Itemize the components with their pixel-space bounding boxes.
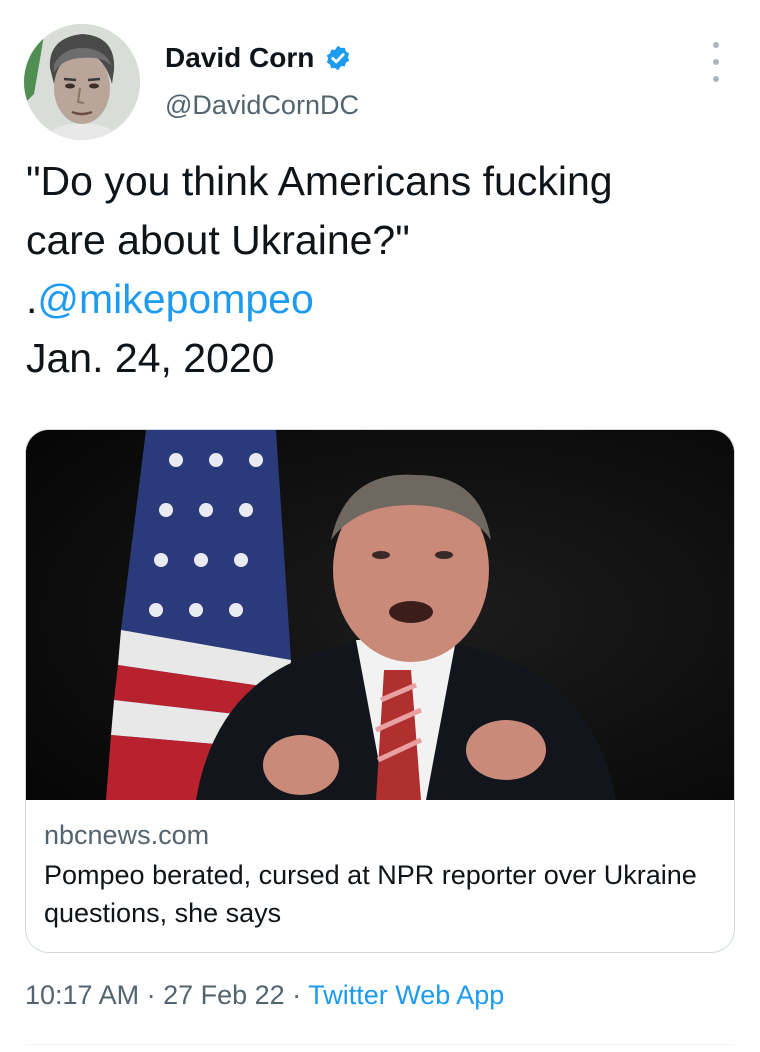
card-domain: nbcnews.com	[44, 820, 210, 850]
tweet-source-link[interactable]: Twitter Web App	[308, 980, 504, 1010]
author-handle[interactable]: @DavidCornDC	[165, 90, 359, 121]
avatar-portrait-icon	[24, 24, 140, 140]
tweet-line: "Do you think Americans fucking	[26, 158, 613, 204]
divider	[25, 1044, 735, 1045]
mention-prefix: .	[26, 276, 38, 322]
tweet-line: .@mikepompeo	[26, 270, 736, 329]
author-display-name[interactable]: David Corn	[165, 42, 314, 74]
meta-separator: ·	[284, 980, 309, 1010]
meta-separator: ·	[139, 980, 164, 1010]
tweet-line: Jan. 24, 2020	[26, 335, 275, 381]
tweet-time[interactable]: 10:17 AM	[25, 980, 139, 1010]
tweet-date[interactable]: 27 Feb 22	[163, 980, 285, 1010]
tweet-text: "Do you think Americans fucking care abo…	[26, 152, 736, 388]
link-card[interactable]: nbcnews.com Pompeo berated, cursed at NP…	[25, 429, 735, 953]
author-name-row[interactable]: David Corn	[165, 42, 352, 74]
news-photo-icon[interactable]	[26, 430, 734, 800]
dot	[713, 42, 719, 48]
tweet-line: care about Ukraine?"	[26, 217, 410, 263]
tweet-meta: 10:17 AM · 27 Feb 22 · Twitter Web App	[25, 980, 504, 1011]
dot	[713, 59, 719, 65]
mention-link[interactable]: @mikepompeo	[37, 276, 313, 322]
dot	[713, 76, 719, 82]
avatar[interactable]	[24, 24, 140, 140]
more-options-icon[interactable]	[704, 42, 728, 82]
card-title[interactable]: Pompeo berated, cursed at NPR reporter o…	[44, 856, 724, 932]
verified-badge-icon	[327, 45, 350, 71]
